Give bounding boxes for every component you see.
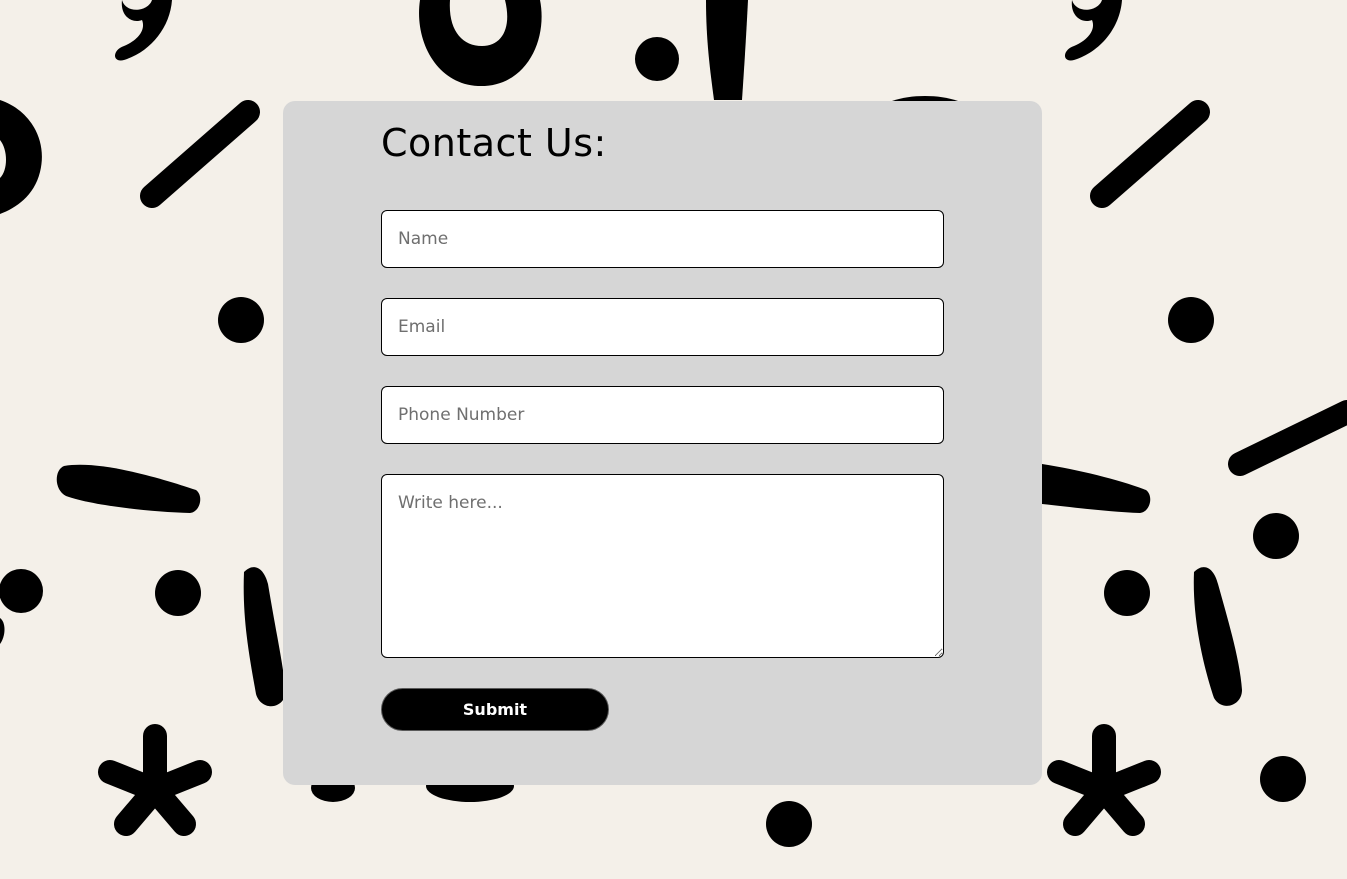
- asterisk-doodle: [1047, 724, 1161, 836]
- dot-doodle: [1168, 297, 1214, 343]
- page: Contact Us: Submit: [0, 0, 1347, 879]
- asterisk-doodle: [98, 724, 212, 836]
- dash-doodle: [56, 464, 201, 513]
- bar-doodle: [706, 0, 748, 100]
- comma-doodle: [1065, 0, 1122, 61]
- dot-doodle: [635, 37, 679, 81]
- loop-doodle: [419, 0, 542, 87]
- slash-doodle: [1090, 100, 1210, 208]
- dot-doodle: [766, 801, 812, 847]
- bar-doodle: [243, 567, 283, 707]
- submit-button[interactable]: Submit: [381, 688, 609, 731]
- dash-doodle: [1042, 464, 1151, 513]
- message-textarea[interactable]: [381, 474, 944, 658]
- contact-form: Contact Us: Submit: [283, 101, 1042, 785]
- name-input[interactable]: [381, 210, 944, 268]
- slash-doodle: [1228, 400, 1347, 476]
- phone-input[interactable]: [381, 386, 944, 444]
- question-doodle: [0, 100, 42, 214]
- form-title: Contact Us:: [381, 121, 607, 165]
- bar-doodle: [1193, 567, 1242, 706]
- comma-doodle: [115, 0, 172, 61]
- email-input[interactable]: [381, 298, 944, 356]
- dot-doodle: [1260, 756, 1306, 802]
- slash-doodle: [140, 100, 260, 208]
- dot-doodle: [1253, 513, 1299, 559]
- dot-doodle: [0, 569, 43, 613]
- fragment-doodle: [0, 618, 5, 644]
- dot-doodle: [1104, 570, 1150, 616]
- dot-doodle: [155, 570, 201, 616]
- dot-doodle: [218, 297, 264, 343]
